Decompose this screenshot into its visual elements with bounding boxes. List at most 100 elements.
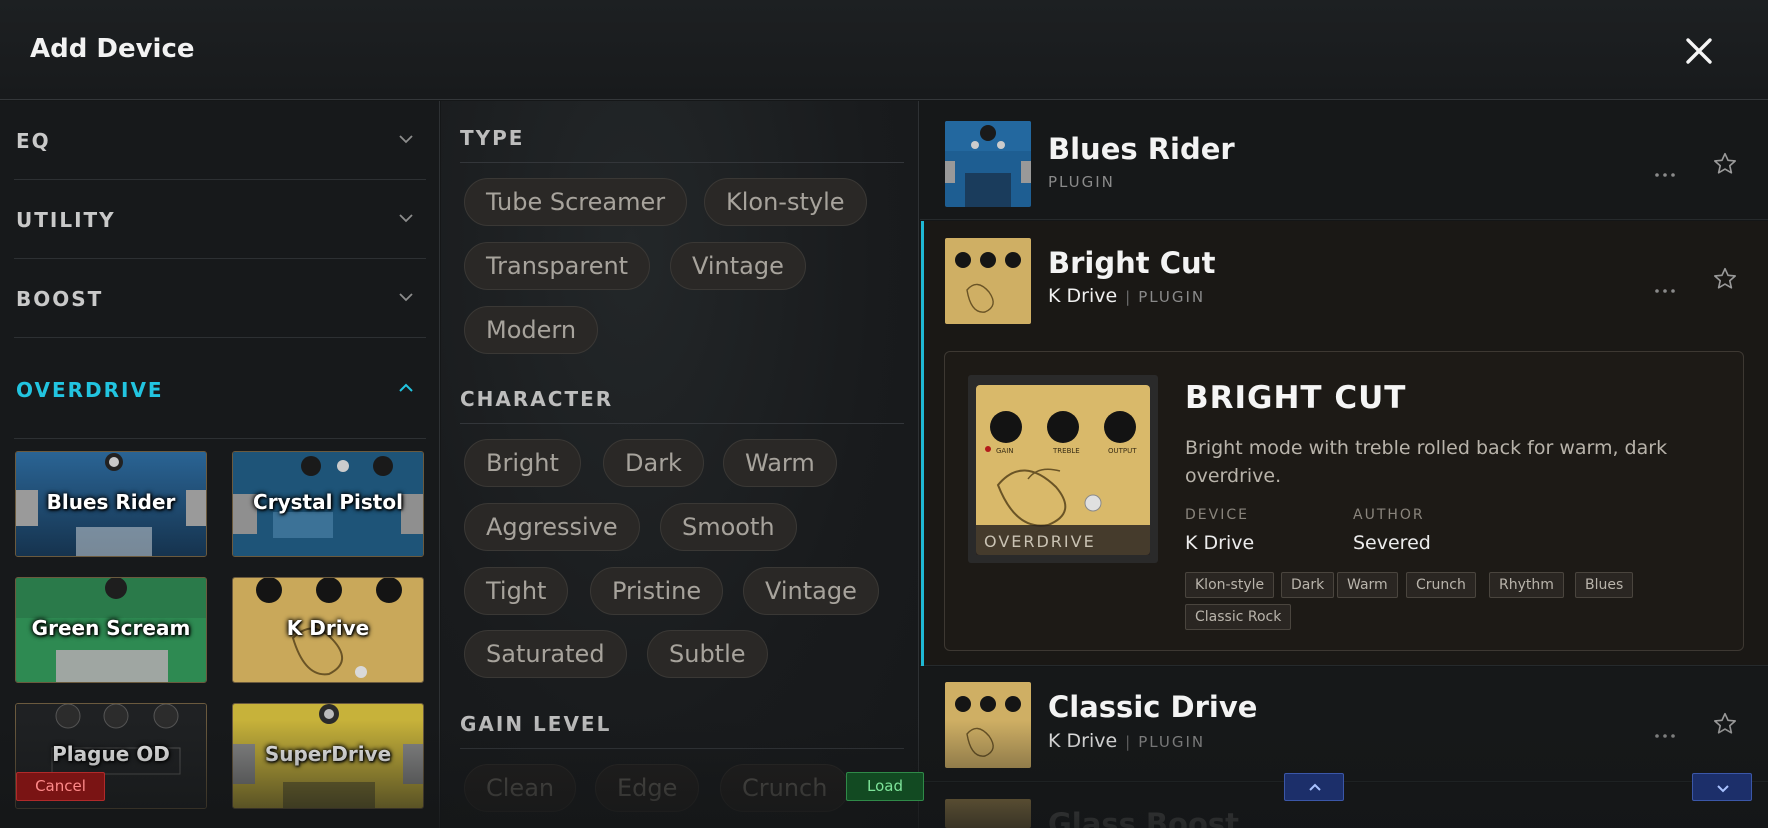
more-horizontal-icon[interactable]	[1653, 163, 1677, 187]
star-outline-icon[interactable]	[1712, 266, 1738, 292]
device-row[interactable]: Blues Rider PLUGIN	[920, 101, 1768, 220]
scroll-down-button[interactable]	[1692, 773, 1752, 801]
chevron-up-icon	[1309, 783, 1321, 791]
category-boost[interactable]: BOOST	[14, 259, 426, 338]
chevron-down-icon	[399, 293, 413, 302]
category-utility[interactable]: UTILITY	[14, 180, 426, 259]
chevron-down-icon	[1717, 785, 1729, 793]
device-tile-blues-rider[interactable]: Blues Rider	[15, 451, 207, 557]
filter-chip[interactable]: Pristine	[590, 567, 724, 615]
filter-chip[interactable]: Aggressive	[464, 503, 640, 551]
author-label: AUTHOR	[1353, 507, 1425, 523]
detail-tag: Classic Rock	[1185, 604, 1292, 630]
category-label: OVERDRIVE	[16, 378, 164, 402]
scroll-up-button[interactable]	[1284, 773, 1344, 801]
device-model: K Drive	[1048, 285, 1118, 307]
category-label: BOOST	[16, 287, 104, 311]
device-label: DEVICE	[1185, 507, 1249, 523]
more-horizontal-icon[interactable]	[1653, 279, 1677, 303]
detail-tag: Klon-style	[1185, 572, 1275, 598]
tile-label: K Drive	[286, 616, 370, 640]
device-thumbnail	[945, 238, 1031, 324]
filter-chip[interactable]: Saturated	[464, 630, 627, 678]
filter-chip[interactable]: Clean	[464, 764, 577, 812]
device-tile-crystal-pistol[interactable]: Crystal Pistol	[232, 451, 424, 557]
filter-chip[interactable]: Vintage	[670, 242, 806, 290]
filter-section-title: CHARACTER	[460, 387, 614, 411]
device-thumbnail	[945, 799, 1031, 828]
filter-chip[interactable]: Crunch	[720, 764, 850, 812]
device-kind: PLUGIN	[1138, 288, 1206, 306]
tile-label: Crystal Pistol	[253, 490, 403, 514]
device-row[interactable]: Glass Boost	[920, 783, 1768, 828]
filter-chip[interactable]: Smooth	[660, 503, 797, 551]
category-overdrive[interactable]: OVERDRIVE	[14, 338, 426, 439]
detail-tag: Dark	[1281, 572, 1335, 598]
filter-chip[interactable]: Vintage	[743, 567, 879, 615]
device-thumbnail	[945, 121, 1031, 207]
load-button[interactable]: Load	[846, 772, 924, 801]
device-name: Glass Boost	[1048, 807, 1240, 828]
chevron-down-icon	[399, 214, 413, 223]
device-kind: PLUGIN	[1048, 173, 1115, 191]
device-tile-k-drive[interactable]: K Drive	[232, 577, 424, 683]
tile-label: Plague OD	[52, 742, 170, 766]
star-outline-icon[interactable]	[1712, 711, 1738, 737]
device-row[interactable]: Classic Drive K Drive | PLUGIN	[920, 667, 1768, 782]
cancel-button[interactable]: Cancel	[16, 772, 105, 801]
filter-chip[interactable]: Transparent	[464, 242, 651, 290]
chevron-up-icon	[399, 383, 413, 392]
detail-tag: Blues	[1575, 572, 1634, 598]
tile-label: Blues Rider	[46, 490, 176, 514]
detail-tag: Crunch	[1406, 572, 1476, 598]
selection-indicator	[921, 221, 924, 666]
device-name: Bright Cut	[1048, 246, 1216, 280]
device-subtitle: K Drive | PLUGIN	[1048, 730, 1206, 752]
filter-chip[interactable]: Dark	[603, 439, 704, 487]
knob-label-treble: TREBLE	[1052, 447, 1080, 455]
detail-tag: Rhythm	[1489, 572, 1564, 598]
filter-chip[interactable]: Modern	[464, 306, 599, 354]
device-tile-green-scream[interactable]: Green Scream	[15, 577, 207, 683]
device-tile-superdrive[interactable]: SuperDrive	[232, 703, 424, 809]
section-divider	[460, 423, 904, 424]
close-button[interactable]	[1682, 34, 1716, 68]
section-divider	[460, 748, 904, 749]
dialog-title: Add Device	[30, 34, 195, 64]
filter-chip[interactable]: Warm	[723, 439, 837, 487]
close-icon	[1686, 38, 1712, 64]
device-list: Blues Rider PLUGIN Bright Cut K Drive | PL…	[920, 101, 1768, 828]
device-row-selected[interactable]: Bright Cut K Drive | PLUGIN GAIN TREBLE OU…	[920, 221, 1768, 666]
device-detail-card: GAIN TREBLE OUTPUT OVERDRIVE BRIGHT CUT …	[944, 351, 1744, 651]
category-label: EQ	[16, 129, 51, 153]
tile-label: SuperDrive	[264, 742, 392, 766]
detail-image-caption: OVERDRIVE	[984, 532, 1096, 551]
filter-section-title: TYPE	[460, 126, 525, 150]
filter-chip[interactable]: Subtle	[647, 630, 768, 678]
section-divider	[460, 162, 904, 163]
detail-title: BRIGHT CUT	[1185, 380, 1407, 416]
device-thumbnail	[945, 682, 1031, 768]
category-eq[interactable]: EQ	[14, 101, 426, 180]
device-value: K Drive	[1185, 532, 1255, 554]
device-detail-image: GAIN TREBLE OUTPUT OVERDRIVE	[968, 375, 1158, 563]
tile-label: Green Scream	[31, 616, 191, 640]
device-kind: PLUGIN	[1138, 733, 1206, 751]
device-name: Classic Drive	[1048, 690, 1258, 724]
more-horizontal-icon[interactable]	[1653, 724, 1677, 748]
device-name: Blues Rider	[1048, 132, 1235, 166]
filter-chip[interactable]: Edge	[595, 764, 700, 812]
dialog-header: Add Device	[0, 0, 1768, 100]
device-subtitle: K Drive | PLUGIN	[1048, 285, 1206, 307]
category-sidebar: EQ UTILITY BOOST OVERDRIVE Blues Rider C…	[0, 101, 440, 828]
device-model: K Drive	[1048, 730, 1118, 752]
knob-label-output: OUTPUT	[1108, 447, 1137, 455]
filter-chip[interactable]: Klon-style	[704, 178, 867, 226]
chevron-down-icon	[399, 135, 413, 144]
filter-chip[interactable]: Bright	[464, 439, 581, 487]
filter-chip[interactable]: Tight	[464, 567, 569, 615]
detail-tag: Warm	[1337, 572, 1398, 598]
category-label: UTILITY	[16, 208, 116, 232]
star-outline-icon[interactable]	[1712, 151, 1738, 177]
filter-chip[interactable]: Tube Screamer	[464, 178, 688, 226]
